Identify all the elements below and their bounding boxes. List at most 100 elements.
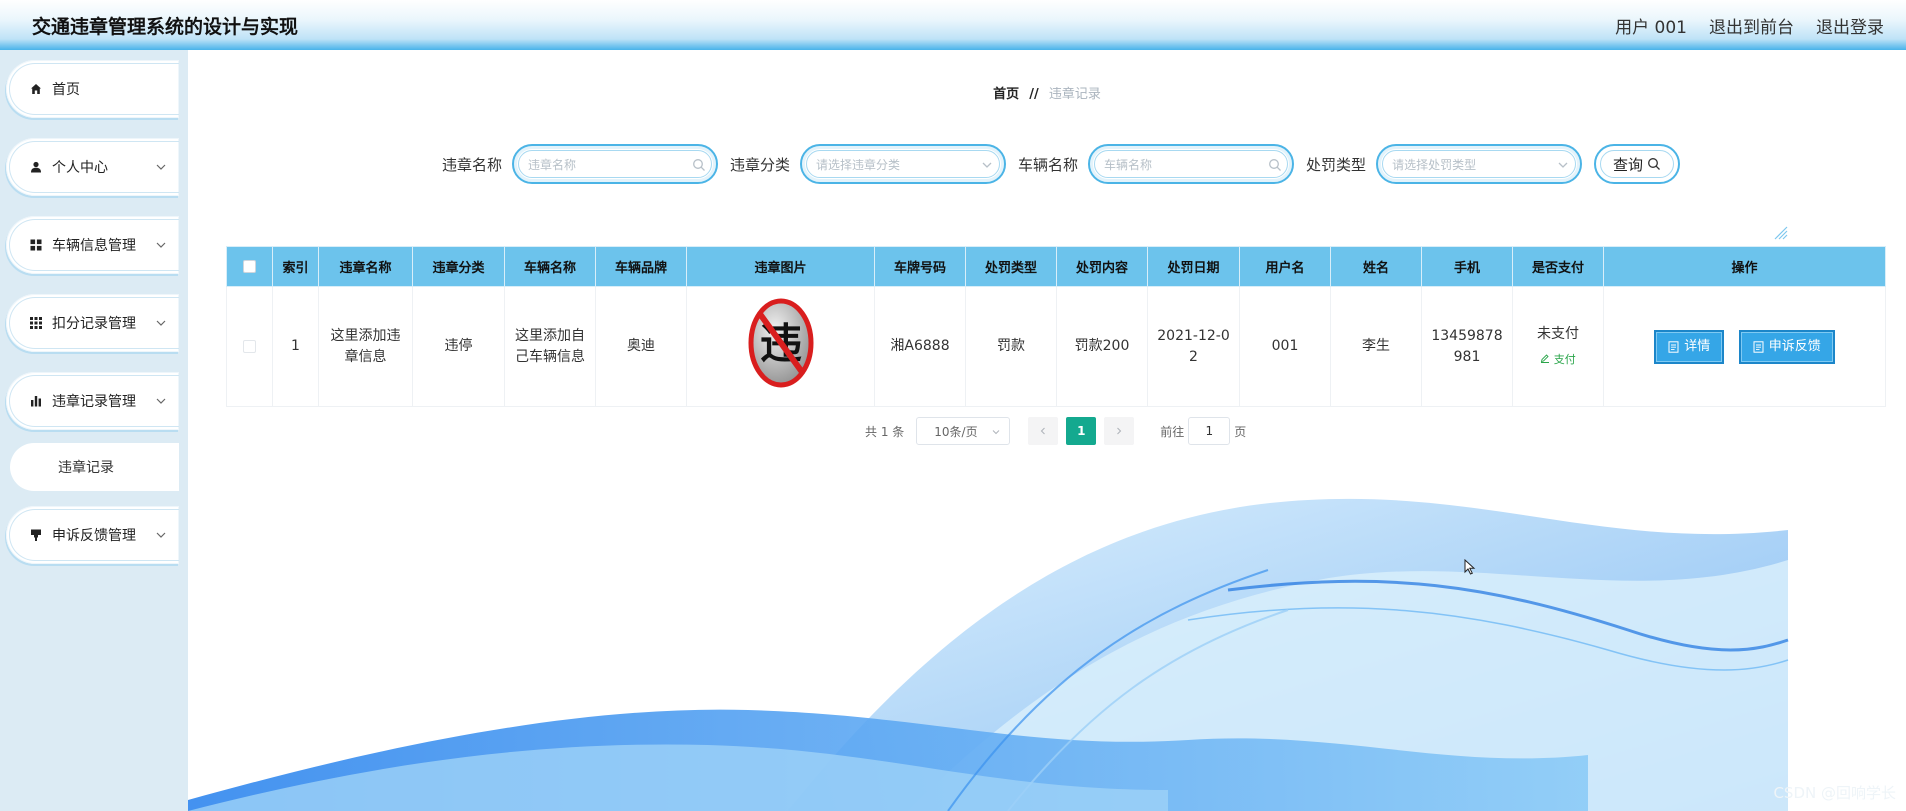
column-header: 车辆品牌 [595, 246, 687, 287]
brand-cell: 奥迪 [595, 286, 687, 407]
violation-category-label: 违章分类 [730, 155, 791, 174]
column-header: 姓名 [1330, 246, 1422, 287]
sidebar-item-label: 车辆信息管理 [52, 238, 136, 254]
sidebar-item-points-record[interactable]: 扣分记录管理 [6, 294, 179, 352]
column-header: 是否支付 [1512, 246, 1604, 287]
breadcrumb-home[interactable]: 首页 [993, 87, 1019, 102]
violation-name-input[interactable] [528, 155, 689, 175]
row-select-cell [226, 286, 273, 407]
search-icon [1648, 158, 1661, 170]
chevron-down-icon [156, 164, 166, 170]
sidebar-item-appeal-feedback[interactable]: 申诉反馈管理 [6, 506, 179, 564]
phone-cell: 13459878981 [1421, 286, 1513, 407]
penalty-type-cell: 罚款 [965, 286, 1057, 407]
violation-name-field[interactable] [512, 144, 719, 184]
page-size-select[interactable]: 10条/页 [916, 417, 1011, 445]
detail-button[interactable]: 详情 [1654, 329, 1725, 364]
chevron-down-icon [156, 320, 166, 326]
top-header: 交通违章管理系统的设计与实现 用户 001 退出到前台 退出登录 [0, 0, 1906, 50]
apps-icon [30, 317, 42, 329]
penalty-type-input[interactable] [1392, 155, 1553, 175]
column-header: 手机 [1421, 246, 1513, 287]
violation-image: 违 [748, 298, 813, 388]
chevron-right-icon [1117, 427, 1122, 435]
home-icon [30, 83, 42, 95]
column-header: 操作 [1603, 246, 1886, 287]
query-button-label: 查询 [1613, 155, 1644, 174]
penalty-type-select[interactable] [1376, 144, 1583, 184]
flag-icon [30, 529, 42, 541]
breadcrumb-current: 违章记录 [1048, 87, 1101, 102]
page-size-value: 10条/页 [934, 424, 978, 439]
sidebar-item-home[interactable]: 首页 [6, 60, 179, 118]
chevron-down-icon [992, 430, 1000, 435]
sidebar-item-label: 个人中心 [52, 160, 108, 176]
penalty-date-cell: 2021-12-02 [1147, 286, 1240, 407]
main-content: 首页 // 违章记录 违章名称 违章分类 车辆名称 处罚类型 查询 [188, 50, 1906, 811]
vehicle-name-label: 车辆名称 [1018, 155, 1079, 174]
appeal-feedback-button-label: 申诉反馈 [1768, 339, 1821, 354]
column-header: 处罚类型 [965, 246, 1057, 287]
penalty-content-cell: 罚款200 [1056, 286, 1148, 407]
sidebar-item-personal-center[interactable]: 个人中心 [6, 138, 179, 196]
vehicle-name-field[interactable] [1088, 144, 1295, 184]
search-form: 违章名称 违章分类 车辆名称 处罚类型 查询 [442, 144, 1681, 184]
document-icon [1668, 340, 1679, 353]
column-header: 违章图片 [686, 246, 875, 287]
logout-link[interactable]: 退出登录 [1816, 13, 1884, 38]
chevron-down-icon [1558, 162, 1568, 168]
plate-cell: 湘A6888 [874, 286, 966, 407]
sidebar: 首页 个人中心 车辆信息管理 扣分记录管理 违章记录管理 违章记录 申诉反馈管理 [0, 50, 188, 811]
search-icon [1269, 159, 1282, 171]
table-row: 1 这里添加违章信息 违停 这里添加自己车辆信息 奥迪 违 [226, 286, 1886, 407]
goto-page-input[interactable] [1188, 417, 1231, 445]
column-header: 违章分类 [412, 246, 505, 287]
sidebar-item-label: 申诉反馈管理 [52, 528, 136, 544]
next-page-button[interactable] [1104, 417, 1135, 445]
column-header: 索引 [272, 246, 319, 287]
query-button[interactable]: 查询 [1594, 144, 1681, 184]
paid-status: 未支付 [1537, 325, 1579, 342]
chevron-down-icon [156, 242, 166, 248]
violation-image-cell: 违 [686, 286, 875, 407]
breadcrumb: 首页 // 违章记录 [188, 83, 1906, 102]
violation-category-select[interactable] [800, 144, 1007, 184]
bar-chart-icon [30, 395, 42, 407]
violation-category-input[interactable] [816, 155, 977, 175]
sidebar-subitem-violation-list[interactable]: 违章记录 [10, 443, 179, 491]
user-icon [30, 161, 42, 173]
index-cell: 1 [272, 286, 319, 407]
appeal-feedback-button[interactable]: 申诉反馈 [1738, 329, 1835, 364]
page-number-active[interactable]: 1 [1066, 417, 1097, 445]
grid-icon [30, 239, 42, 251]
exit-to-front-link[interactable]: 退出到前台 [1709, 13, 1794, 38]
chevron-down-icon [982, 162, 992, 168]
app-title: 交通违章管理系统的设计与实现 [32, 15, 299, 38]
detail-button-label: 详情 [1684, 339, 1711, 354]
resize-handle-icon[interactable] [1774, 226, 1788, 240]
prev-page-button[interactable] [1028, 417, 1059, 445]
column-header: 用户名 [1239, 246, 1331, 287]
column-header: 处罚日期 [1147, 246, 1240, 287]
violation-name-cell: 这里添加违章信息 [318, 286, 413, 407]
select-all-checkbox[interactable] [243, 260, 256, 273]
name-cell: 李生 [1330, 286, 1422, 407]
sidebar-item-violation-record[interactable]: 违章记录管理 [6, 372, 179, 430]
vehicle-name-input[interactable] [1104, 155, 1265, 175]
chevron-left-icon [1040, 427, 1046, 435]
edit-icon [1541, 353, 1550, 363]
sidebar-subitem-label: 违章记录 [58, 460, 114, 476]
chevron-down-icon [156, 398, 166, 404]
page-suffix-label: 页 [1234, 424, 1247, 439]
sidebar-item-label: 首页 [52, 82, 80, 98]
paid-status-cell: 未支付 支付 [1512, 286, 1604, 407]
sidebar-item-vehicle-info[interactable]: 车辆信息管理 [6, 216, 179, 274]
pagination: 共 1 条 10条/页 1 前往 页 [865, 417, 1246, 445]
document-icon [1753, 340, 1764, 353]
pay-link[interactable]: 支付 [1519, 349, 1597, 370]
row-checkbox[interactable] [243, 339, 256, 353]
current-user[interactable]: 用户 001 [1615, 13, 1687, 38]
search-icon [693, 159, 705, 171]
breadcrumb-separator: // [1029, 87, 1039, 102]
chevron-down-icon [156, 532, 166, 538]
